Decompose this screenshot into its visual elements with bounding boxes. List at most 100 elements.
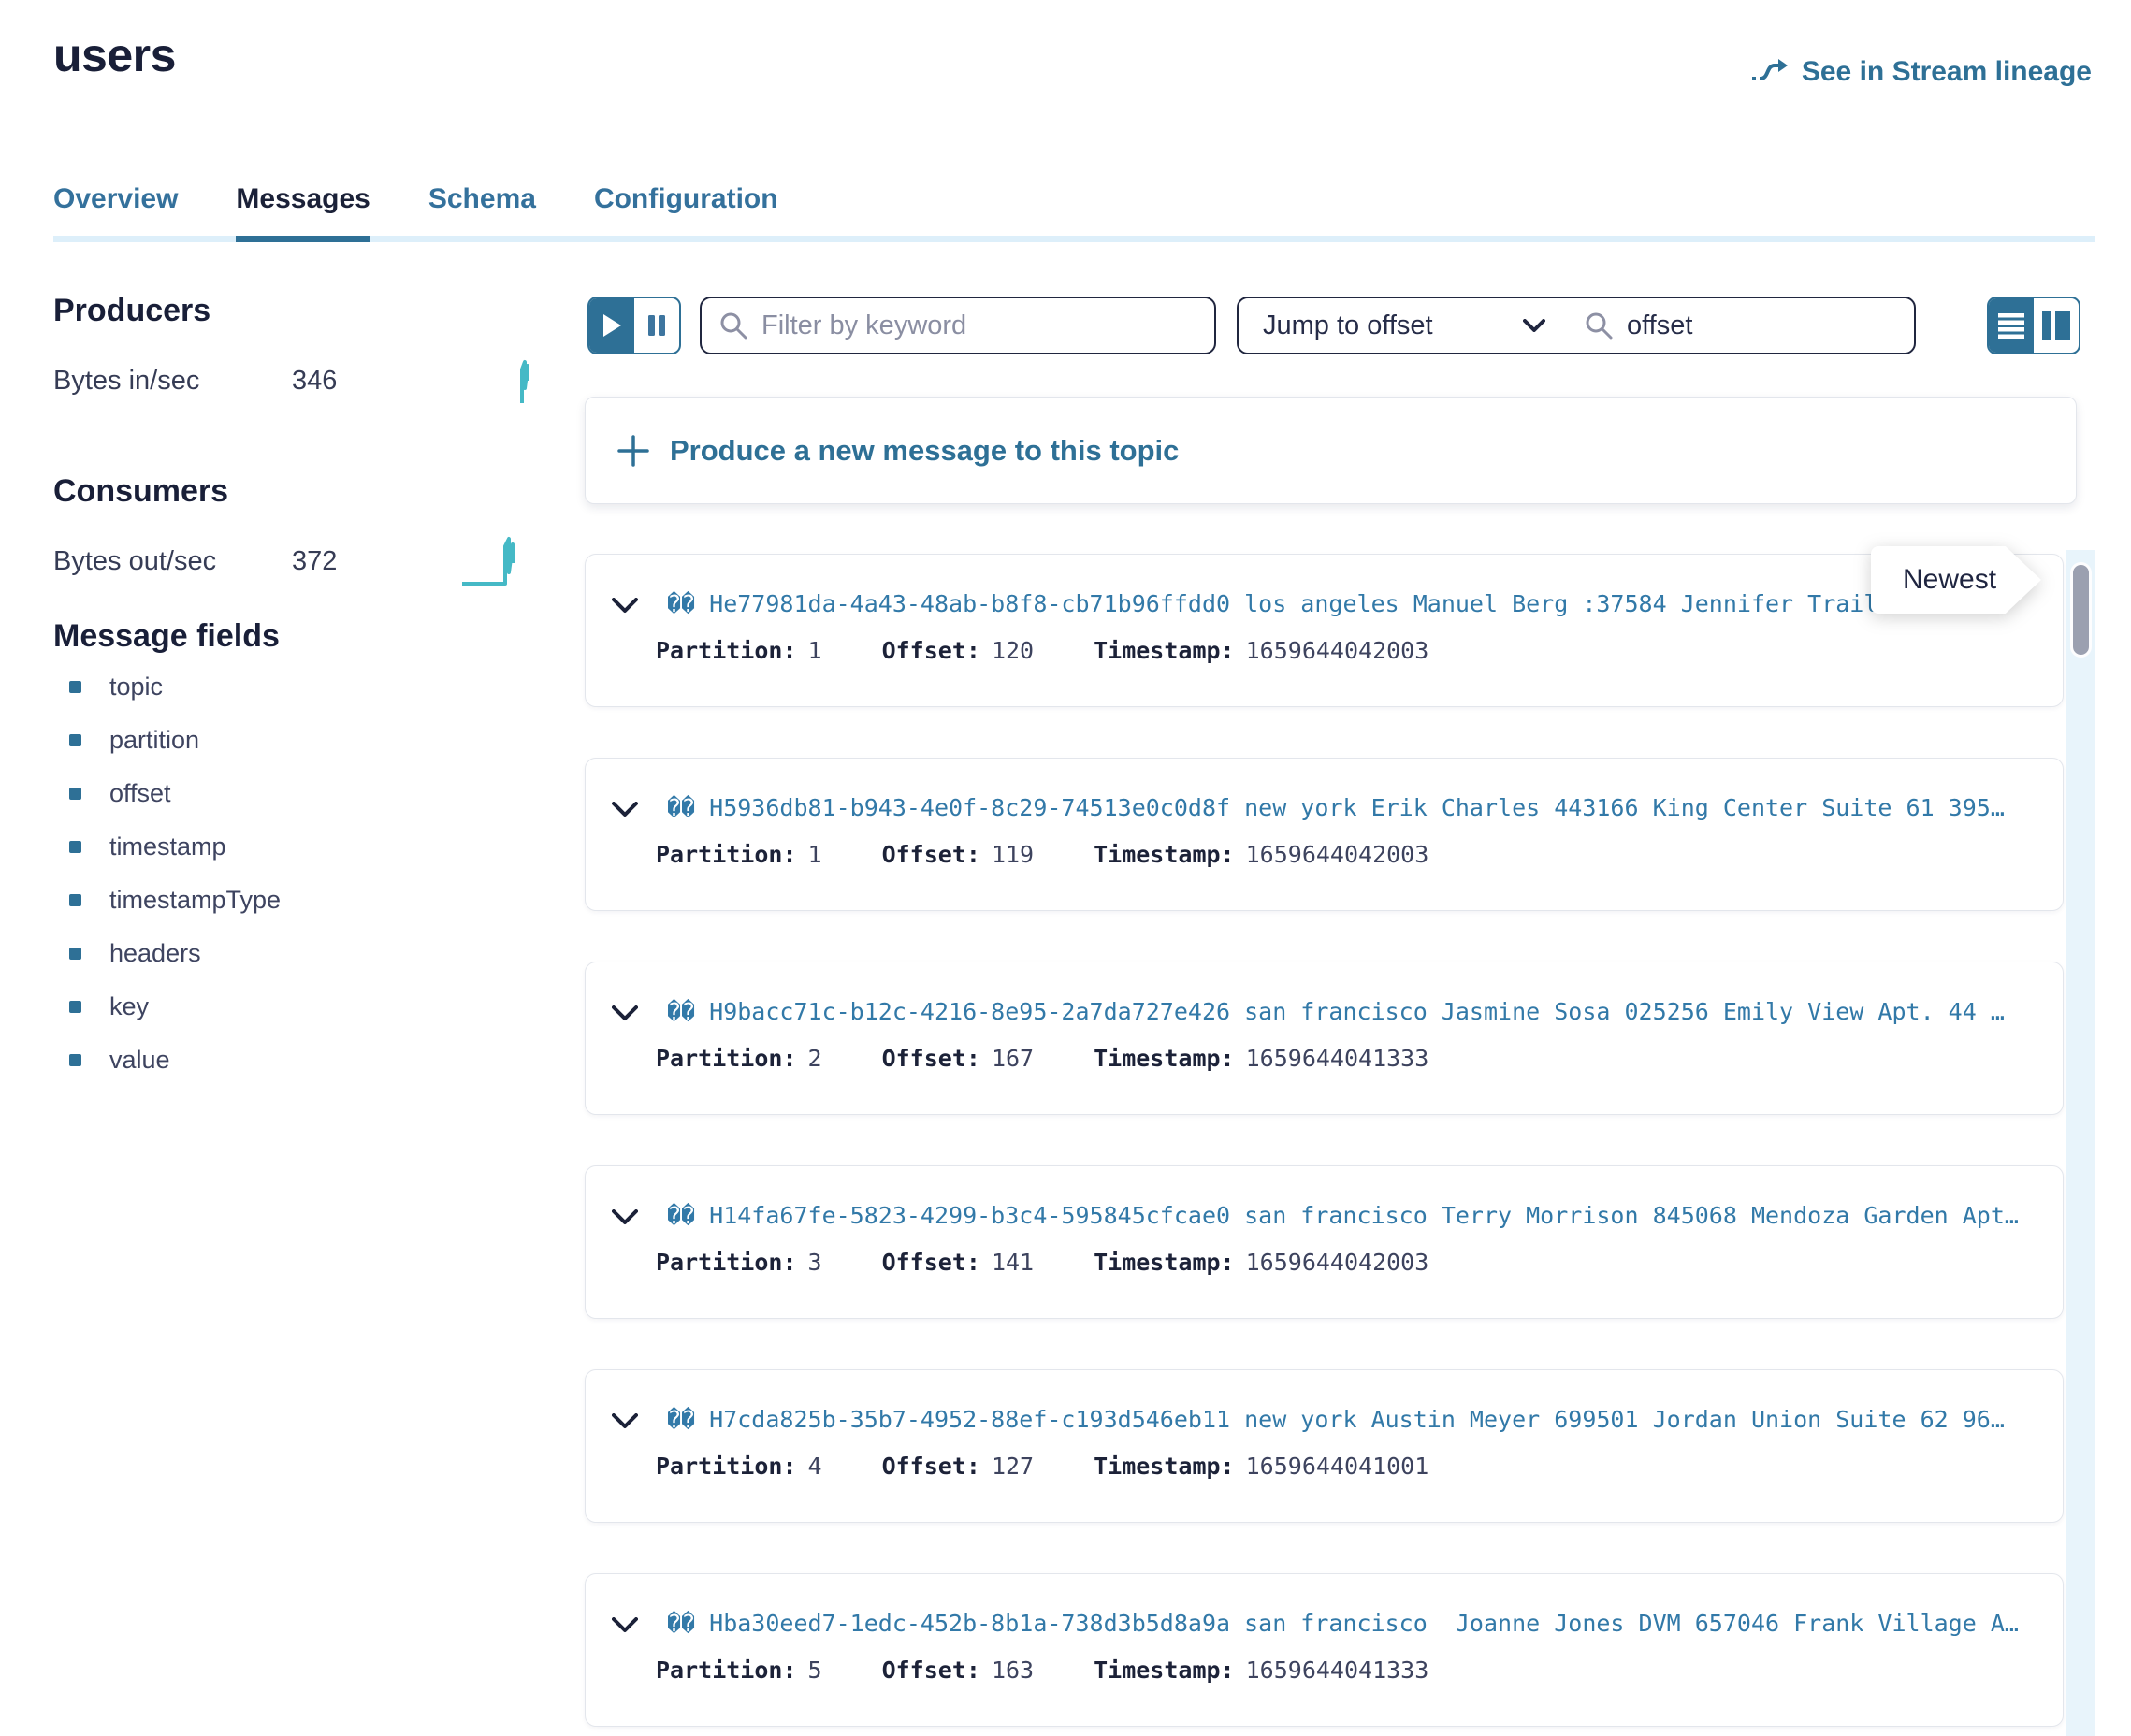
timestamp-value: 1659644041333 [1246, 1045, 1429, 1072]
message-row[interactable]: �� H14fa67fe-5823-4299-b3c4-595845cfcae0… [585, 1165, 2064, 1319]
timestamp-label: Timestamp: [1094, 1656, 1235, 1684]
offset-value: 141 [992, 1249, 1034, 1276]
produce-message-button[interactable]: Produce a new message to this topic [585, 397, 2077, 504]
field-label: headers [109, 939, 201, 968]
message-key-value: �� H14fa67fe-5823-4299-b3c4-595845cfcae0… [667, 1202, 2038, 1229]
message-field-item: timestampType [69, 874, 535, 927]
topic-messages-page: users See in Stream lineage Overview Mes… [0, 0, 2131, 1736]
partition-value: 5 [808, 1656, 822, 1684]
bytes-in-sparkline [498, 356, 535, 405]
scrollbar-thumb[interactable] [2070, 562, 2092, 658]
offset-label: Offset: [882, 1453, 980, 1480]
message-key-value: �� Hba30eed7-1edc-452b-8b1a-738d3b5d8a9a… [667, 1610, 2038, 1637]
timestamp-value: 1659644042003 [1246, 1249, 1429, 1276]
list-view-icon [1998, 311, 2024, 340]
message-field-item: offset [69, 767, 535, 820]
pause-button[interactable] [634, 298, 679, 353]
message-fields-heading: Message fields [53, 617, 535, 656]
message-row[interactable]: �� Hba30eed7-1edc-452b-8b1a-738d3b5d8a9a… [585, 1573, 2064, 1727]
offset-value: 127 [992, 1453, 1034, 1480]
message-list: �� He77981da-4a43-48ab-b8f8-cb71b96ffdd0… [585, 554, 2064, 1736]
message-field-item: key [69, 980, 535, 1034]
page-title: users [53, 28, 176, 82]
tab[interactable]: Messages [236, 183, 370, 242]
expand-chevron-icon[interactable] [612, 1413, 638, 1429]
message-key-value: �� H9bacc71c-b12c-4216-8e95-2a7da727e426… [667, 998, 2038, 1025]
partition-value: 3 [808, 1249, 822, 1276]
message-row[interactable]: �� He77981da-4a43-48ab-b8f8-cb71b96ffdd0… [585, 554, 2064, 707]
field-bullet-icon [69, 894, 81, 906]
see-in-stream-lineage-link[interactable]: See in Stream lineage [1749, 56, 2092, 88]
message-meta: Partition:3 Offset:141 Timestamp:1659644… [656, 1249, 1488, 1276]
message-field-item: value [69, 1034, 535, 1087]
scrollbar-track[interactable] [2066, 550, 2095, 1736]
stream-lineage-icon [1749, 57, 1789, 87]
offset-label: Offset: [882, 1045, 980, 1072]
jump-dropdown-toggle[interactable] [1503, 298, 1565, 353]
expand-chevron-icon[interactable] [612, 1005, 638, 1021]
message-row[interactable]: �� H9bacc71c-b12c-4216-8e95-2a7da727e426… [585, 962, 2064, 1115]
consumers-heading: Consumers [53, 472, 535, 511]
field-bullet-icon [69, 841, 81, 853]
message-meta: Partition:4 Offset:127 Timestamp:1659644… [656, 1453, 1488, 1480]
expand-chevron-icon[interactable] [612, 1209, 638, 1225]
jump-to-offset-control: Jump to offset [1237, 297, 1916, 354]
tab-bar: Overview Messages Schema Configuration [53, 183, 2095, 242]
expand-chevron-icon[interactable] [612, 1617, 638, 1633]
expand-chevron-icon[interactable] [612, 598, 638, 614]
message-meta: Partition:5 Offset:163 Timestamp:1659644… [656, 1656, 1488, 1684]
play-button[interactable] [589, 298, 634, 353]
offset-label: Offset: [882, 637, 980, 664]
list-view-button[interactable] [1989, 298, 2034, 353]
chevron-down-icon [1523, 319, 1545, 332]
message-field-item: topic [69, 660, 535, 714]
tab-label: Schema [428, 183, 536, 214]
field-bullet-icon [69, 948, 81, 960]
tab[interactable]: Overview [53, 183, 178, 236]
tab-label: Overview [53, 183, 178, 214]
offset-search [1565, 298, 1916, 353]
jump-to-offset-select[interactable]: Jump to offset [1239, 298, 1503, 353]
field-label: key [109, 992, 149, 1021]
timestamp-value: 1659644042003 [1246, 841, 1429, 868]
play-icon [602, 313, 622, 338]
field-bullet-icon [69, 681, 81, 693]
keyword-filter-input[interactable] [761, 311, 1197, 341]
message-key-value: �� H7cda825b-35b7-4952-88ef-c193d546eb11… [667, 1406, 2038, 1433]
message-row[interactable]: �� H5936db81-b943-4e0f-8c29-74513e0c0d8f… [585, 758, 2064, 911]
message-row[interactable]: �� H7cda825b-35b7-4952-88ef-c193d546eb11… [585, 1369, 2064, 1523]
timestamp-label: Timestamp: [1094, 841, 1235, 868]
partition-value: 2 [808, 1045, 822, 1072]
columns-view-button[interactable] [2034, 298, 2079, 353]
field-label: timestampType [109, 886, 281, 915]
see-in-stream-lineage-label: See in Stream lineage [1802, 56, 2092, 88]
offset-search-input[interactable] [1627, 311, 1916, 341]
search-icon [718, 311, 748, 340]
timestamp-label: Timestamp: [1094, 1045, 1235, 1072]
plus-icon [617, 435, 649, 467]
message-field-item: timestamp [69, 820, 535, 874]
partition-value: 1 [808, 637, 822, 664]
field-label: value [109, 1046, 170, 1075]
partition-label: Partition: [656, 1249, 797, 1276]
search-icon [1584, 311, 1614, 340]
message-field-item: headers [69, 927, 535, 980]
keyword-filter [700, 297, 1216, 354]
offset-value: 120 [992, 637, 1034, 664]
field-label: timestamp [109, 832, 226, 861]
tab[interactable]: Configuration [594, 183, 778, 236]
expand-chevron-icon[interactable] [612, 802, 638, 817]
timestamp-label: Timestamp: [1094, 637, 1235, 664]
producers-metric: Bytes in/sec 346 [53, 356, 535, 405]
timestamp-value: 1659644041001 [1246, 1453, 1429, 1480]
producers-heading: Producers [53, 292, 535, 330]
offset-value: 119 [992, 841, 1034, 868]
message-key-value: �� He77981da-4a43-48ab-b8f8-cb71b96ffdd0… [667, 590, 2038, 617]
tab-label: Messages [236, 183, 370, 214]
timestamp-label: Timestamp: [1094, 1249, 1235, 1276]
tab[interactable]: Schema [428, 183, 536, 236]
newest-tooltip-label: Newest [1871, 546, 2041, 614]
message-fields-list: topic partition offset timestamp timesta… [53, 660, 535, 1087]
partition-value: 4 [808, 1453, 822, 1480]
bytes-out-sparkline [460, 535, 535, 587]
